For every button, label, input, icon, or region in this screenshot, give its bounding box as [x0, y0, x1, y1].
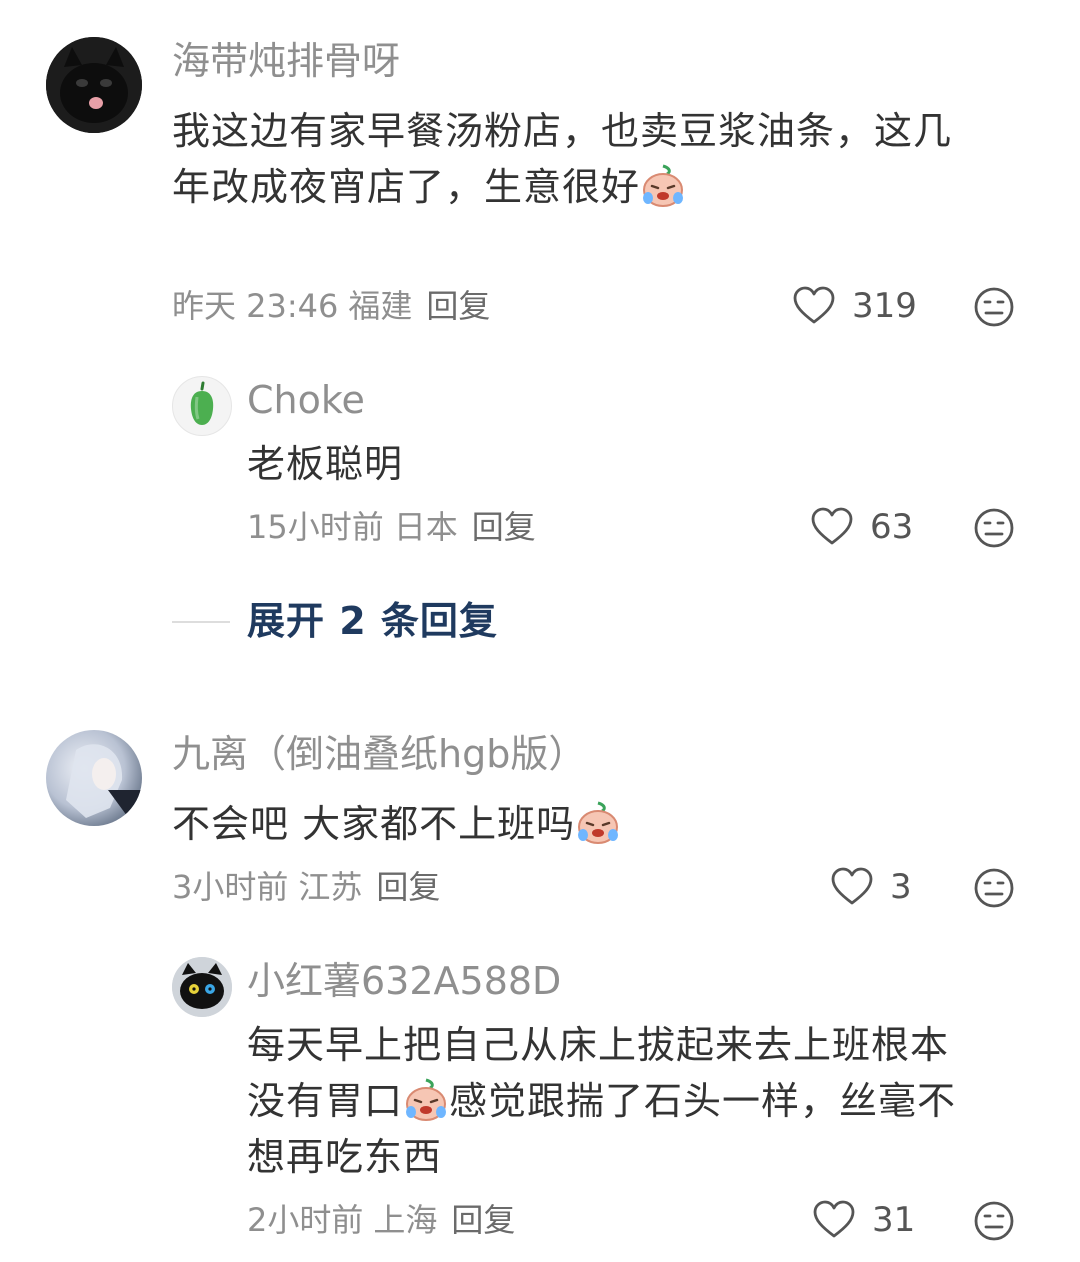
reply-text: 老板聪明 — [247, 442, 404, 486]
reply-location: 日本 — [393, 508, 458, 546]
like-button[interactable] — [810, 507, 856, 549]
reply-button[interactable]: 回复 — [376, 868, 440, 906]
avatar[interactable] — [46, 37, 142, 133]
reply-text-span: 没有胃口 — [247, 1079, 404, 1123]
like-button[interactable] — [812, 1200, 858, 1242]
expand-divider — [172, 621, 230, 623]
reply-location: 上海 — [373, 1201, 438, 1239]
crying-laughing-sticker-icon — [578, 801, 619, 844]
crying-laughing-sticker-icon — [406, 1078, 447, 1121]
cat-avatar-icon — [46, 37, 142, 133]
comment-meta: 3小时前 江苏 回复 — [172, 867, 440, 907]
reply-button[interactable]: 回复 — [472, 508, 536, 546]
reply-text-line: 想再吃东西 — [247, 1135, 443, 1179]
reply-meta: 2小时前 上海 回复 — [247, 1200, 515, 1240]
reply-text-line: 每天早上把自己从床上拔起来去上班根本 — [247, 1023, 950, 1067]
like-count: 319 — [852, 286, 917, 326]
comment-meta: 昨天 23:46 福建 回复 — [172, 286, 490, 326]
heart-outline-icon — [811, 507, 853, 545]
crying-laughing-sticker-icon — [643, 164, 684, 207]
avatar[interactable] — [172, 957, 232, 1017]
comment-username[interactable]: 海带炖排骨呀 — [172, 39, 400, 83]
reply-username[interactable]: 小红薯632A588D — [247, 959, 561, 1003]
comment-location: 福建 — [348, 287, 413, 325]
anime-girl-avatar-icon — [46, 730, 142, 826]
reply-button[interactable]: 回复 — [451, 1201, 515, 1239]
heart-outline-icon — [793, 286, 835, 324]
reply-meta: 15小时前 日本 回复 — [247, 507, 536, 547]
reply-time: 15小时前 — [247, 508, 384, 546]
comment-time: 昨天 23:46 — [172, 287, 339, 325]
comment-location: 江苏 — [298, 868, 363, 906]
like-count: 3 — [890, 867, 912, 907]
dislike-button[interactable] — [973, 507, 1015, 549]
comment-text: 不会吧 大家都不上班吗 — [172, 796, 621, 852]
neutral-face-icon — [974, 287, 1014, 327]
comment-text-span: 年改成夜宵店了，生意很好 — [172, 165, 641, 209]
like-button[interactable] — [792, 286, 838, 328]
reply-username[interactable]: Choke — [247, 378, 365, 422]
neutral-face-icon — [974, 1201, 1014, 1241]
like-button[interactable] — [830, 867, 876, 909]
like-count: 63 — [870, 507, 914, 547]
comment-text-line: 我这边有家早餐汤粉店，也卖豆浆油条，这几 — [172, 109, 953, 153]
comment-time: 3小时前 — [172, 868, 289, 906]
avatar[interactable] — [172, 376, 232, 436]
heart-outline-icon — [831, 867, 873, 905]
green-pepper-avatar-icon — [190, 381, 214, 425]
heart-outline-icon — [813, 1200, 855, 1238]
reply-button[interactable]: 回复 — [426, 287, 490, 325]
reply-time: 2小时前 — [247, 1201, 364, 1239]
comment-text-line: 年改成夜宵店了，生意很好 — [172, 159, 1032, 215]
reply-text: 每天早上把自己从床上拔起来去上班根本 没有胃口 感觉跟揣了石头一样，丝毫不 想再… — [247, 1017, 1047, 1185]
dislike-button[interactable] — [973, 286, 1015, 328]
comment-username[interactable]: 九离（倒油叠纸hgb版） — [172, 732, 586, 776]
reply-text-line: 没有胃口 感觉跟揣了石头一样，丝毫不 — [247, 1073, 1047, 1129]
dislike-button[interactable] — [973, 867, 1015, 909]
like-count: 31 — [872, 1200, 916, 1240]
avatar[interactable] — [46, 730, 142, 826]
black-cat-avatar-icon — [172, 957, 232, 1017]
comment-text: 我这边有家早餐汤粉店，也卖豆浆油条，这几 年改成夜宵店了，生意很好 — [172, 103, 1032, 215]
expand-replies-label[interactable]: 展开 2 条回复 — [247, 599, 498, 643]
neutral-face-icon — [974, 868, 1014, 908]
reply-text-span: 感觉跟揣了石头一样，丝毫不 — [449, 1079, 957, 1123]
comment-text-span: 不会吧 大家都不上班吗 — [172, 802, 576, 846]
neutral-face-icon — [974, 508, 1014, 548]
dislike-button[interactable] — [973, 1200, 1015, 1242]
